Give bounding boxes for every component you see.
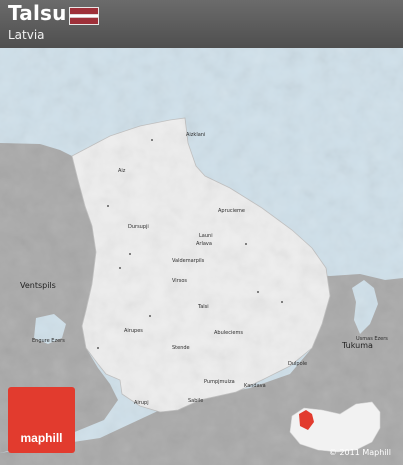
town-label: Virsos (172, 278, 187, 284)
town-label: Abuleciems (214, 330, 243, 336)
settlement-dot (119, 267, 121, 269)
town-label: Kandava (244, 383, 266, 389)
town-label: Aprucieme (218, 208, 245, 214)
water-label: Usmas Ezers (356, 336, 388, 342)
town-label: Airupj (134, 400, 149, 406)
settlement-dot (257, 291, 259, 293)
country-subtitle: Latvia (8, 28, 45, 42)
brand-name: maphill (20, 431, 63, 445)
town-label: Airupes (124, 328, 143, 334)
settlement-dot (97, 347, 99, 349)
settlement-dot (281, 301, 283, 303)
water-label: Engure Ezers (32, 338, 65, 344)
town-label: Dursupji (128, 224, 149, 230)
town-label: Valdemarpils (172, 258, 205, 264)
town-label: Stende (172, 345, 190, 351)
settlement-dot (107, 205, 109, 207)
town-label: Launi (199, 233, 213, 239)
header-bar: Talsu Latvia (0, 0, 403, 48)
town-label: Aizklani (186, 132, 205, 138)
settlement-dot (151, 139, 153, 141)
latvia-flag-icon (69, 7, 99, 25)
settlement-dot (245, 243, 247, 245)
region-title: Talsu (8, 1, 67, 25)
town-label: Talsi (197, 304, 209, 310)
town-label: Pumpjmuiza (204, 379, 235, 385)
settlement-dot (129, 253, 131, 255)
city-label: Tukuma (341, 341, 373, 350)
map-frame: Talsu Latvia Aizklani Aiz Dursupji Apruci (0, 0, 403, 465)
copyright-notice: © 2011 Maphill (328, 448, 391, 457)
settlement-dot (149, 315, 151, 317)
town-label: Aiz (118, 168, 126, 174)
town-label: Sabile (188, 398, 203, 404)
town-label: Arlava (196, 241, 212, 247)
maphill-logo[interactable]: maphill (8, 387, 75, 453)
city-label: Ventspils (20, 281, 56, 290)
town-label: Dulpole (288, 361, 307, 367)
